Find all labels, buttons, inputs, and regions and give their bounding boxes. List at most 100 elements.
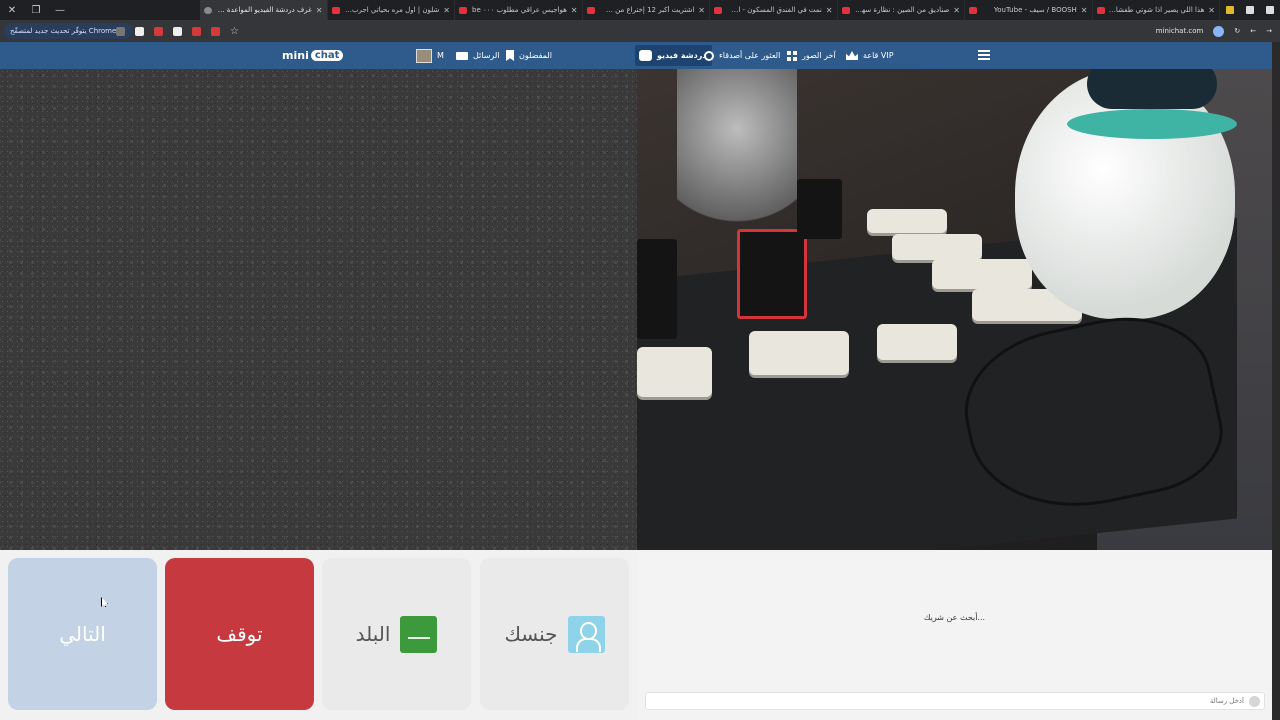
next-button[interactable]: التالي (8, 558, 157, 710)
shield-icon[interactable] (173, 26, 182, 36)
forward-icon[interactable]: → (1266, 27, 1272, 35)
minichat-logo[interactable]: mini chat (282, 47, 344, 64)
close-tab-icon[interactable]: ✕ (1081, 6, 1088, 15)
video-chat-icon (639, 50, 652, 61)
youtube-favicon-icon (969, 6, 977, 14)
close-window-icon[interactable]: ✕ (0, 0, 24, 20)
youtube-favicon-icon (331, 6, 340, 14)
country-button[interactable]: البلد (322, 558, 471, 710)
youtube-favicon-icon (586, 6, 595, 14)
nav-label: قاعة VIP (863, 51, 894, 60)
grid-icon (787, 50, 797, 61)
person-icon (567, 615, 605, 653)
emoji-icon[interactable] (1249, 696, 1260, 707)
tab[interactable]: هذا اللي يصير اذا شوتي طفشان ... ✕ (1093, 0, 1220, 20)
youtube-favicon-icon (841, 6, 850, 14)
nav-video-chat[interactable]: دردشة فيديو (635, 45, 713, 66)
youtube-favicon-icon (1096, 6, 1105, 14)
nav-favorites[interactable]: المفضلون (506, 47, 552, 64)
page-scrollbar[interactable] (1272, 42, 1280, 720)
youtube-favicon-icon (459, 6, 467, 14)
youtube-favicon-icon (714, 6, 722, 14)
url-text[interactable]: minichat.com (1156, 27, 1204, 35)
browser-toolbar: يتوفّر تحديث جديد لمتصفّح Chrome⋮ ☆ mini… (0, 20, 1280, 42)
crown-icon (846, 51, 858, 60)
next-label: التالي (59, 622, 106, 646)
mixer-key (932, 259, 1032, 289)
tab-title: غرف دردشة الفيديو المواعدة بالفيديو (216, 6, 312, 14)
mixer-fader (637, 239, 677, 339)
close-tab-icon[interactable]: ✕ (698, 6, 705, 15)
hamburger-menu-icon[interactable] (978, 50, 990, 60)
searching-status: ...أبحث عن شريك (923, 613, 986, 622)
browser-tab-bar: ✕ ❐ — + غرف دردشة الفيديو المواعدة بالفي… (0, 0, 1280, 20)
tab-title: هواجيس عراقي مطلوب ٠٠٠ be (472, 6, 567, 14)
avatar (416, 48, 432, 63)
tab[interactable]: شلون | اول مره بحياتي اجرب سيار...✕ (328, 0, 455, 20)
profile-icon[interactable] (116, 26, 125, 36)
close-tab-icon[interactable]: ✕ (316, 6, 323, 15)
tab[interactable]: غرف دردشة الفيديو المواعدة بالفيديو ✕ (200, 0, 328, 20)
mixer-fader (737, 229, 807, 319)
tab-title: هذا اللي يصير اذا شوتي طفشان ... (1108, 6, 1205, 14)
reload-icon[interactable]: ↻ (1234, 27, 1240, 35)
minimize-window-icon[interactable]: — (48, 0, 72, 20)
restore-window-icon[interactable]: ❐ (24, 0, 48, 20)
stop-button[interactable]: توقف (165, 558, 314, 710)
pinned-tab-icon[interactable] (1266, 6, 1274, 14)
mail-icon (456, 51, 468, 60)
tab-strip: غرف دردشة الفيديو المواعدة بالفيديو ✕ شلو… (200, 0, 1220, 20)
close-tab-icon[interactable]: ✕ (1208, 6, 1215, 15)
nav-recent-photos[interactable]: آخر الصور (787, 47, 836, 64)
nav-find-friends[interactable]: العثور على أصدقاء (704, 47, 780, 64)
tab-title: اشتريت أكبر 12 إختراع من ش... (598, 6, 695, 14)
mute-key (749, 331, 849, 375)
robot-visor (1087, 69, 1217, 109)
message-input[interactable] (645, 692, 1265, 710)
robot-band (1067, 109, 1237, 139)
pinned-tab-icon[interactable] (1246, 6, 1254, 14)
tab[interactable]: اشتريت أكبر 12 إختراع من ش... ✕ (583, 0, 710, 20)
record-icon[interactable] (211, 26, 220, 36)
bookmark-star-icon[interactable]: ☆ (230, 26, 239, 37)
tab[interactable]: صناديق من الصين : نظارة سهلة... ✕ (838, 0, 965, 20)
nav-label: دردشة فيديو (657, 51, 707, 60)
back-icon[interactable]: ← (1250, 27, 1256, 35)
update-label: يتوفّر تحديث جديد لمتصفّح Chrome (10, 27, 117, 35)
extension-icon[interactable] (192, 26, 201, 36)
gender-button[interactable]: جنسك (480, 558, 629, 710)
user-initial: M (437, 51, 444, 60)
logo-bubble: chat (310, 50, 344, 61)
saudi-flag-icon (400, 615, 438, 653)
close-tab-icon[interactable]: ✕ (826, 6, 833, 15)
bookmark-icon (506, 50, 514, 61)
tab[interactable]: نمت في الفندق المسكون - اصوا... ✕ (710, 0, 838, 20)
mic-monitor-key (637, 347, 712, 397)
logo-text: mini (282, 49, 309, 62)
pinned-tab-icon[interactable] (1226, 6, 1234, 14)
nav-label: الرسائل (473, 51, 500, 60)
search-icon (704, 50, 714, 61)
country-label: البلد (355, 622, 391, 646)
tab[interactable]: BOOSH / سيف - YouTube ✕ (965, 0, 1093, 20)
mixer-key (892, 234, 982, 260)
nav-messages[interactable]: الرسائل (456, 47, 500, 64)
tab-title: شلون | اول مره بحياتي اجرب سيار... (343, 6, 440, 14)
close-tab-icon[interactable]: ✕ (953, 6, 960, 15)
user-menu[interactable]: M (416, 47, 444, 64)
mixer-fader (797, 179, 842, 239)
site-favicon-icon (204, 6, 212, 14)
close-tab-icon[interactable]: ✕ (443, 6, 450, 15)
nav-label: آخر الصور (802, 51, 836, 60)
extensions-bar: ☆ (116, 23, 239, 39)
update-chrome-button[interactable]: يتوفّر تحديث جديد لمتصفّح Chrome⋮ (4, 23, 134, 39)
stop-label: توقف (216, 622, 263, 646)
omnibox[interactable]: minichat.com ↻ ← → (1156, 23, 1272, 39)
extension-icon[interactable] (135, 26, 144, 36)
site-header: mini chat M الرسائل المفضلون دردشة فيديو… (0, 42, 1272, 69)
close-tab-icon[interactable]: ✕ (571, 6, 578, 15)
nav-vip[interactable]: قاعة VIP (846, 47, 894, 64)
tab[interactable]: هواجيس عراقي مطلوب ٠٠٠ be ✕ (455, 0, 583, 20)
extension-icon[interactable] (154, 26, 163, 36)
site-info-icon[interactable] (1213, 25, 1225, 37)
